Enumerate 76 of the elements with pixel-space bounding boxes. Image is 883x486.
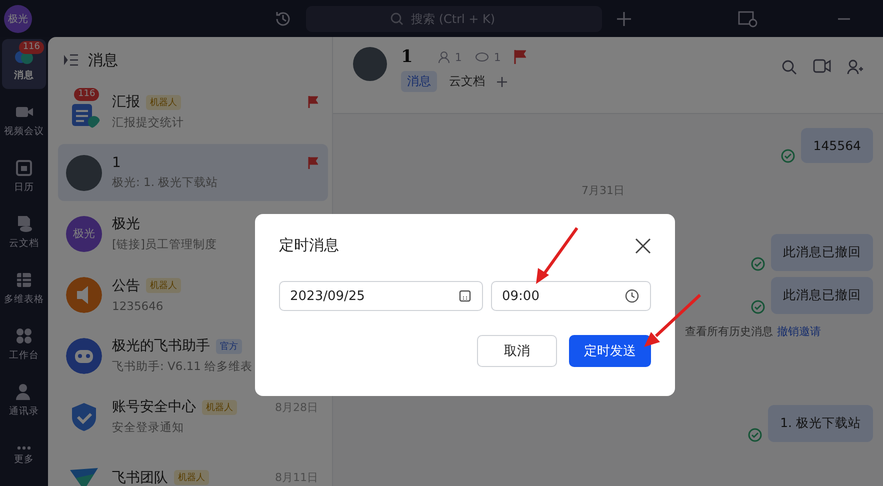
history-icon[interactable] — [274, 10, 292, 28]
sidebar-item[interactable]: 日历 — [2, 151, 46, 201]
minimize-icon[interactable] — [838, 16, 850, 20]
dialog-title: 定时消息 — [279, 236, 339, 255]
calendar-icon — [459, 290, 471, 302]
avatar-icon — [66, 338, 102, 374]
search-icon — [390, 12, 404, 26]
conversation-name: 极光的飞书助手 — [112, 337, 210, 355]
conversation-item[interactable]: 1 极光: 1. 极光下载站 — [58, 144, 328, 201]
members-icon — [438, 51, 450, 63]
watcher-count: 1 — [494, 50, 501, 64]
read-check-icon — [748, 428, 762, 442]
sidebar-item[interactable]: 工作台 — [2, 319, 46, 369]
close-icon[interactable] — [635, 238, 651, 254]
photo-placeholder — [66, 154, 102, 190]
conversation-preview: 安全登录通知 — [112, 420, 184, 435]
read-check-icon — [751, 300, 765, 314]
conversation-item[interactable]: 116 汇报 机器人 汇报提交统计 — [58, 83, 328, 140]
conversation-tag: 机器人 — [202, 400, 237, 414]
chat-tab[interactable]: 云文档 — [443, 71, 491, 92]
plus-icon[interactable] — [497, 76, 507, 86]
sidebar-item[interactable]: 消息 116 — [2, 39, 46, 89]
clock-icon — [625, 289, 639, 303]
revoke-invite-link[interactable]: 撤销邀请 — [777, 324, 821, 339]
message-bubble: 1. 极光下载站 — [768, 405, 873, 442]
sidebar-item[interactable]: 云文档 — [2, 207, 46, 257]
plus-icon[interactable] — [616, 10, 632, 26]
video-call-icon[interactable] — [813, 59, 831, 73]
cancel-button[interactable]: 取消 — [477, 335, 557, 367]
conversation-tag: 机器人 — [174, 470, 209, 485]
time-field[interactable]: 09:00 — [491, 281, 651, 311]
annotation-arrow — [536, 227, 578, 284]
conversation-name: 1 — [112, 155, 121, 171]
message-bubble: 此消息已撤回 — [771, 277, 873, 314]
conversation-name: 公告 — [112, 276, 140, 294]
conversation-preview: 飞书助手: V6.11 给多维表 — [112, 359, 253, 374]
unread-badge: 116 — [18, 41, 44, 54]
chat-title: 1 — [401, 47, 413, 67]
add-member-icon[interactable] — [847, 59, 863, 75]
collapse-icon[interactable] — [64, 54, 78, 66]
message-bubble: 此消息已撤回 — [771, 234, 873, 271]
conversation-preview: [链接]员工管理制度 — [112, 237, 217, 252]
conversation-tag: 机器人 — [146, 278, 181, 293]
conversation-name: 飞书团队 — [112, 468, 168, 486]
conversation-preview: 极光: 1. 极光下载站 — [112, 175, 218, 190]
sidebar-item[interactable]: 多维表格 — [2, 263, 46, 313]
message-bubble: 145564 — [801, 128, 873, 163]
app-icon — [14, 158, 34, 178]
avatar-icon — [66, 276, 102, 312]
list-title: 消息 — [88, 50, 118, 70]
conversation-name: 账号安全中心 — [112, 398, 196, 416]
search-icon[interactable] — [781, 59, 797, 75]
user-avatar[interactable]: 极光 — [4, 4, 32, 32]
photo-placeholder — [353, 47, 387, 81]
read-check-icon — [781, 149, 796, 163]
conversation-preview: 1235646 — [112, 298, 164, 312]
conversation-item[interactable]: 极光的飞书助手 官方 飞书助手: V6.11 给多维表 — [58, 327, 328, 384]
sidebar-item[interactable]: 通讯录 — [2, 375, 46, 425]
system-notice: 查看所有历史消息 — [685, 324, 773, 339]
conversation-preview: 汇报提交统计 — [112, 115, 184, 130]
chat-tab[interactable]: 消息 — [401, 71, 437, 92]
conversation-tag: 官方 — [216, 338, 242, 354]
app-icon — [14, 326, 34, 346]
sidebar-item[interactable]: 更多 — [2, 431, 46, 481]
date-field[interactable]: 2023/09/25 — [279, 281, 483, 311]
sidebar-item[interactable]: 视频会议 — [2, 95, 46, 145]
conversation-tag: 机器人 — [146, 94, 181, 110]
conversation-name: 汇报 — [112, 93, 140, 111]
avatar: 极光 — [66, 216, 102, 252]
unread-badge: 116 — [74, 88, 100, 100]
schedule-send-button[interactable]: 定时发送 — [569, 335, 651, 367]
member-count: 1 — [454, 50, 462, 64]
app-icon — [14, 270, 34, 290]
conversation-name: 极光 — [112, 215, 140, 233]
more-icon — [17, 446, 31, 450]
read-check-icon — [751, 257, 765, 271]
